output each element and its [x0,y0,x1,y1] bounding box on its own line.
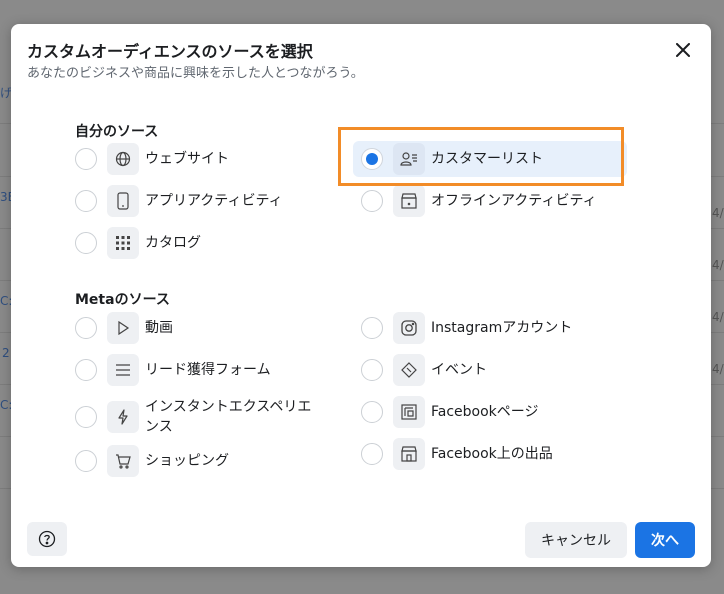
radio-button[interactable] [75,450,97,472]
option-event[interactable]: イベント [361,353,487,387]
close-button[interactable] [671,38,695,62]
option-website[interactable]: ウェブサイト [75,142,229,176]
bg-text: 4/ [712,258,724,272]
close-icon [676,43,690,57]
own-sources-heading: 自分のソース [75,124,159,140]
radio-button[interactable] [75,190,97,212]
option-instant-experience[interactable]: インスタントエクスペリエンス [75,395,325,439]
radio-button[interactable] [75,317,97,339]
grid-icon [116,236,130,250]
option-app-activity[interactable]: アプリアクティビティ [75,184,283,218]
option-offline-activity[interactable]: オフラインアクティビティ [361,184,597,218]
bg-text: 4/ [712,206,724,220]
lines-icon [115,364,131,376]
globe-icon [115,151,131,167]
dialog-title: カスタムオーディエンスのソースを選択 [27,42,313,61]
lightning-icon [117,409,129,425]
radio-button[interactable] [75,359,97,381]
radio-button[interactable] [75,148,97,170]
question-icon [38,530,56,548]
help-button[interactable] [27,522,67,556]
radio-button[interactable] [361,443,383,465]
option-label: インスタントエクスペリエンス [145,399,312,435]
source-select-dialog: カスタムオーディエンスのソースを選択 あなたのビジネスや商品に興味を示した人とつ… [11,24,711,567]
option-facebook-listings[interactable]: Facebook上の出品 [361,437,553,471]
option-label: アプリアクティビティ [145,193,283,209]
bg-text: 4/ [712,362,724,376]
highlight-annotation [338,127,624,186]
instagram-icon [401,320,417,336]
option-label: カタログ [145,235,201,251]
mobile-icon [117,192,129,210]
option-instagram-account[interactable]: Instagramアカウント [361,311,572,345]
option-label: ウェブサイト [145,151,229,167]
meta-sources-heading: Metaのソース [75,292,170,308]
radio-button[interactable] [361,317,383,339]
option-catalog[interactable]: カタログ [75,226,201,260]
option-label: Instagramアカウント [431,320,573,336]
bg-text: 4/ [712,310,724,324]
radio-button[interactable] [361,359,383,381]
option-label: Facebook上の出品 [431,446,553,462]
radio-button[interactable] [361,401,383,423]
option-label: Facebookページ [431,404,539,420]
radio-button[interactable] [75,232,97,254]
option-video[interactable]: 動画 [75,311,173,345]
store-icon [400,193,418,209]
next-button[interactable]: 次へ [635,522,695,558]
dialog-subtitle: あなたのビジネスや商品に興味を示した人とつながろう。 [27,66,364,81]
play-icon [116,321,130,335]
option-shopping[interactable]: ショッピング [75,444,229,478]
cart-icon [115,453,131,469]
bg-text: 2 [2,346,10,360]
radio-button[interactable] [361,190,383,212]
option-label: リード獲得フォーム [145,362,271,378]
option-label: 動画 [145,320,173,336]
option-lead-form[interactable]: リード獲得フォーム [75,353,271,387]
option-facebook-page[interactable]: Facebookページ [361,395,539,429]
option-label: ショッピング [145,453,229,469]
option-label: オフラインアクティビティ [431,193,597,209]
shop-icon [400,446,418,462]
radio-button[interactable] [75,406,97,428]
cancel-button[interactable]: キャンセル [525,522,627,558]
ticket-icon [401,362,417,378]
page-icon [401,404,417,420]
option-label: イベント [431,362,487,378]
